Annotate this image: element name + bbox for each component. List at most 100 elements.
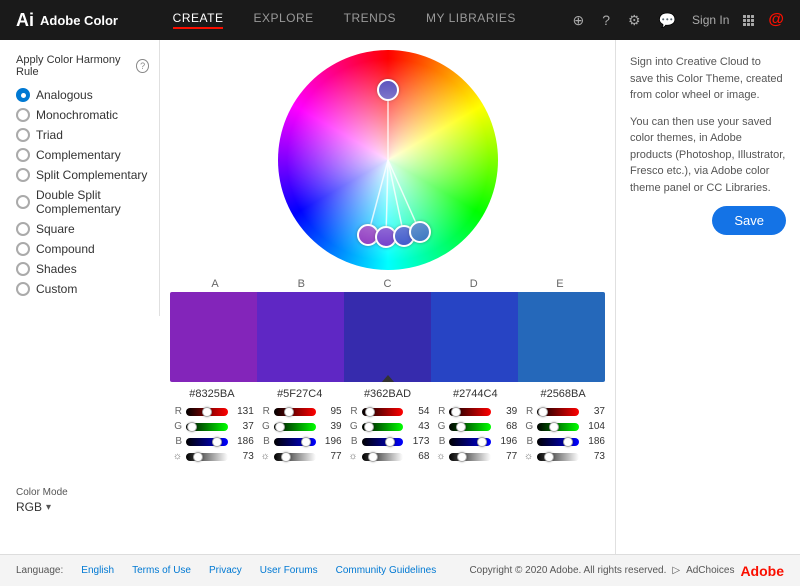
slider-thumb-0-0[interactable] — [202, 407, 212, 417]
slider-thumb-1-0[interactable] — [284, 407, 294, 417]
slider-row-1-G: G39 — [258, 421, 342, 432]
privacy-link[interactable]: Privacy — [209, 565, 242, 576]
radio-circle-9 — [16, 282, 30, 296]
slider-track-1-0[interactable] — [274, 408, 316, 416]
harmony-rule-split-complementary[interactable]: Split Complementary — [16, 168, 149, 182]
radio-circle-0 — [16, 88, 30, 102]
chat-icon[interactable]: 💬 — [657, 10, 678, 31]
slider-track-2-1[interactable] — [362, 423, 404, 431]
slider-label-4-0: R — [521, 406, 533, 417]
slider-thumb-0-1[interactable] — [187, 422, 197, 432]
app-name: Adobe Color — [40, 13, 118, 28]
harmony-rule-triad[interactable]: Triad — [16, 128, 149, 142]
slider-track-0-2[interactable] — [186, 438, 228, 446]
color-strips[interactable] — [170, 292, 605, 382]
radio-label: Analogous — [36, 88, 93, 102]
terms-link[interactable]: Terms of Use — [132, 565, 191, 576]
color-wheel[interactable] — [278, 50, 498, 270]
harmony-rule-double-split-complementary[interactable]: Double Split Complementary — [16, 188, 149, 216]
slider-value-1-2: 196 — [320, 436, 342, 447]
harmony-rules-list: Analogous Monochromatic Triad Complementary… — [16, 88, 149, 296]
slider-thumb-4-3[interactable] — [544, 452, 554, 462]
slider-track-1-1[interactable] — [274, 423, 316, 431]
slider-thumb-1-2[interactable] — [301, 437, 311, 447]
community-link[interactable]: Community Guidelines — [336, 565, 437, 576]
slider-row-4-R: R37 — [521, 406, 605, 417]
slider-row-1-B: B196 — [258, 436, 342, 447]
harmony-rule-square[interactable]: Square — [16, 222, 149, 236]
slider-thumb-3-3[interactable] — [457, 452, 467, 462]
slider-track-0-1[interactable] — [186, 423, 228, 431]
slider-track-2-3[interactable] — [362, 453, 404, 461]
user-forums-link[interactable]: User Forums — [260, 565, 318, 576]
nav-explore[interactable]: EXPLORE — [253, 11, 313, 29]
slider-thumb-3-0[interactable] — [451, 407, 461, 417]
color-mode-select[interactable]: RGB ▾ — [16, 500, 144, 514]
ad-choices-icon[interactable]: ▷ — [672, 565, 680, 576]
slider-thumb-2-0[interactable] — [365, 407, 375, 417]
color-strip-a[interactable] — [170, 292, 257, 382]
color-strip-e[interactable] — [518, 292, 605, 382]
slider-value-3-0: 39 — [495, 406, 517, 417]
harmony-rule-compound[interactable]: Compound — [16, 242, 149, 256]
slider-track-4-0[interactable] — [537, 408, 579, 416]
info-text-1: Sign into Creative Cloud to save this Co… — [630, 54, 786, 104]
nav-trends[interactable]: TRENDS — [344, 11, 396, 29]
slider-col-4: #2568BAR37G104B186☼73 — [521, 388, 605, 466]
slider-track-3-0[interactable] — [449, 408, 491, 416]
color-strip-c[interactable] — [344, 292, 431, 382]
slider-thumb-4-2[interactable] — [563, 437, 573, 447]
info-icon[interactable]: ? — [600, 10, 612, 30]
slider-thumb-2-1[interactable] — [364, 422, 374, 432]
slider-track-3-3[interactable] — [449, 453, 491, 461]
slider-track-4-1[interactable] — [537, 423, 579, 431]
sign-in-link[interactable]: Sign In — [692, 13, 729, 27]
slider-track-0-3[interactable] — [186, 453, 228, 461]
slider-track-3-2[interactable] — [449, 438, 491, 446]
swatch-c[interactable] — [377, 79, 399, 101]
radio-label: Triad — [36, 128, 63, 142]
swatch-b[interactable] — [375, 226, 397, 248]
color-strip-d[interactable] — [431, 292, 518, 382]
radio-label: Split Complementary — [36, 168, 147, 182]
harmony-help-icon[interactable]: ? — [136, 59, 149, 73]
radio-circle-1 — [16, 108, 30, 122]
slider-track-3-1[interactable] — [449, 423, 491, 431]
slider-track-4-3[interactable] — [537, 453, 579, 461]
swatch-d[interactable] — [393, 225, 415, 247]
slider-thumb-2-3[interactable] — [368, 452, 378, 462]
settings-icon[interactable]: ⚙ — [626, 10, 643, 31]
slider-row-1-R: R95 — [258, 406, 342, 417]
harmony-rule-complementary[interactable]: Complementary — [16, 148, 149, 162]
swatch-a[interactable] — [357, 224, 379, 246]
slider-thumb-0-3[interactable] — [193, 452, 203, 462]
language-link[interactable]: English — [81, 565, 114, 576]
harmony-rule-monochromatic[interactable]: Monochromatic — [16, 108, 149, 122]
slider-col-0: #8325BAR131G37B186☼73 — [170, 388, 254, 466]
slider-track-4-2[interactable] — [537, 438, 579, 446]
nav-create[interactable]: CREATE — [173, 11, 224, 29]
slider-thumb-0-2[interactable] — [212, 437, 222, 447]
slider-thumb-2-2[interactable] — [385, 437, 395, 447]
slider-thumb-1-1[interactable] — [275, 422, 285, 432]
slider-track-0-0[interactable] — [186, 408, 228, 416]
swatch-e[interactable] — [409, 221, 431, 243]
apps-grid-icon[interactable] — [743, 15, 754, 26]
slider-thumb-4-0[interactable] — [538, 407, 548, 417]
save-button[interactable]: Save — [712, 206, 786, 235]
slider-thumb-4-1[interactable] — [549, 422, 559, 432]
harmony-rule-custom[interactable]: Custom — [16, 282, 149, 296]
nav-libraries[interactable]: MY LIBRARIES — [426, 11, 516, 29]
slider-track-2-0[interactable] — [362, 408, 404, 416]
harmony-rule-analogous[interactable]: Analogous — [16, 88, 149, 102]
slider-thumb-1-3[interactable] — [281, 452, 291, 462]
add-icon[interactable]: ⊕ — [571, 10, 587, 31]
slider-track-2-2[interactable] — [362, 438, 404, 446]
harmony-rule-shades[interactable]: Shades — [16, 262, 149, 276]
slider-thumb-3-1[interactable] — [456, 422, 466, 432]
slider-track-1-2[interactable] — [274, 438, 316, 446]
color-strip-b[interactable] — [257, 292, 344, 382]
slider-track-1-3[interactable] — [274, 453, 316, 461]
footer: Language: English Terms of Use Privacy U… — [0, 554, 800, 586]
slider-thumb-3-2[interactable] — [477, 437, 487, 447]
